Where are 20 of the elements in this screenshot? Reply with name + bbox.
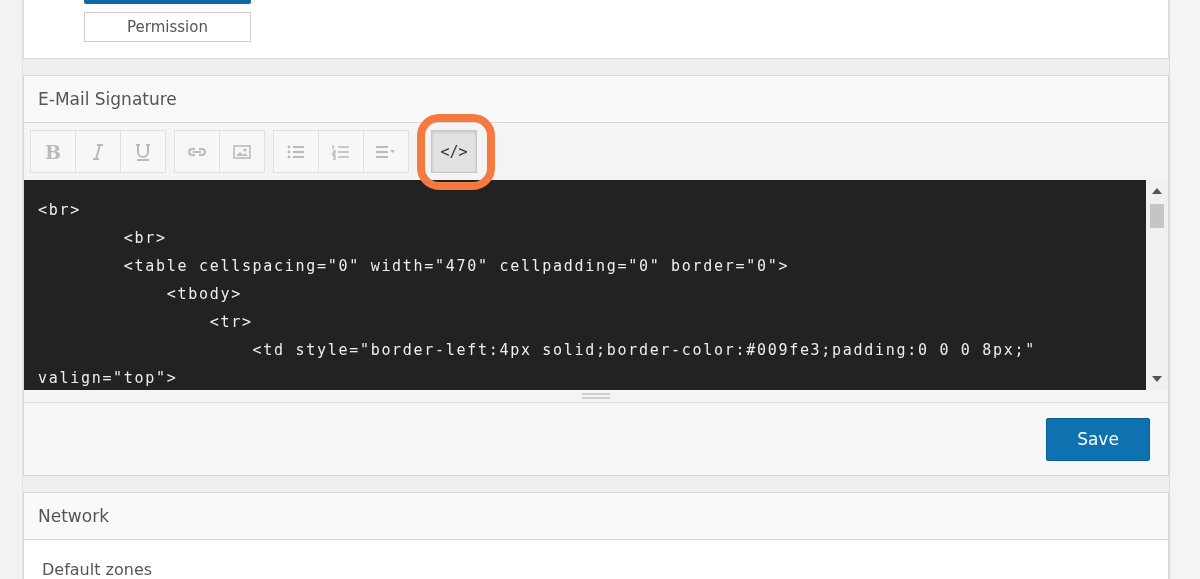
scrollbar[interactable] xyxy=(1146,180,1168,390)
code-line: valign="top"> xyxy=(38,368,178,389)
permission-button[interactable]: Permission xyxy=(84,12,251,42)
code-line: <table cellspacing="0" width="470" cellpadding="0" border="0"> xyxy=(122,256,790,277)
code-button[interactable]: </> xyxy=(431,130,477,173)
scroll-down-icon[interactable] xyxy=(1152,376,1162,382)
resize-handle-icon[interactable] xyxy=(582,393,610,399)
underline-icon xyxy=(133,141,153,162)
field-label: Default zones xyxy=(42,560,153,579)
primary-button[interactable] xyxy=(84,0,251,4)
code-line: <tr> xyxy=(208,312,253,333)
code-line: <tbody> xyxy=(165,284,242,305)
panel-title: E-Mail Signature xyxy=(38,89,177,109)
code-line: <br> xyxy=(122,228,167,249)
save-button[interactable]: Save xyxy=(1046,417,1150,461)
panel-title: Network xyxy=(38,506,109,526)
scroll-up-icon[interactable] xyxy=(1152,188,1162,194)
scrollbar-thumb[interactable] xyxy=(1150,204,1164,228)
code-line: <br> xyxy=(38,200,81,221)
code-line: <td style="border-left:4px solid;border-color:#009fe3;padding:0 0 0 8px;" xyxy=(251,340,1036,361)
